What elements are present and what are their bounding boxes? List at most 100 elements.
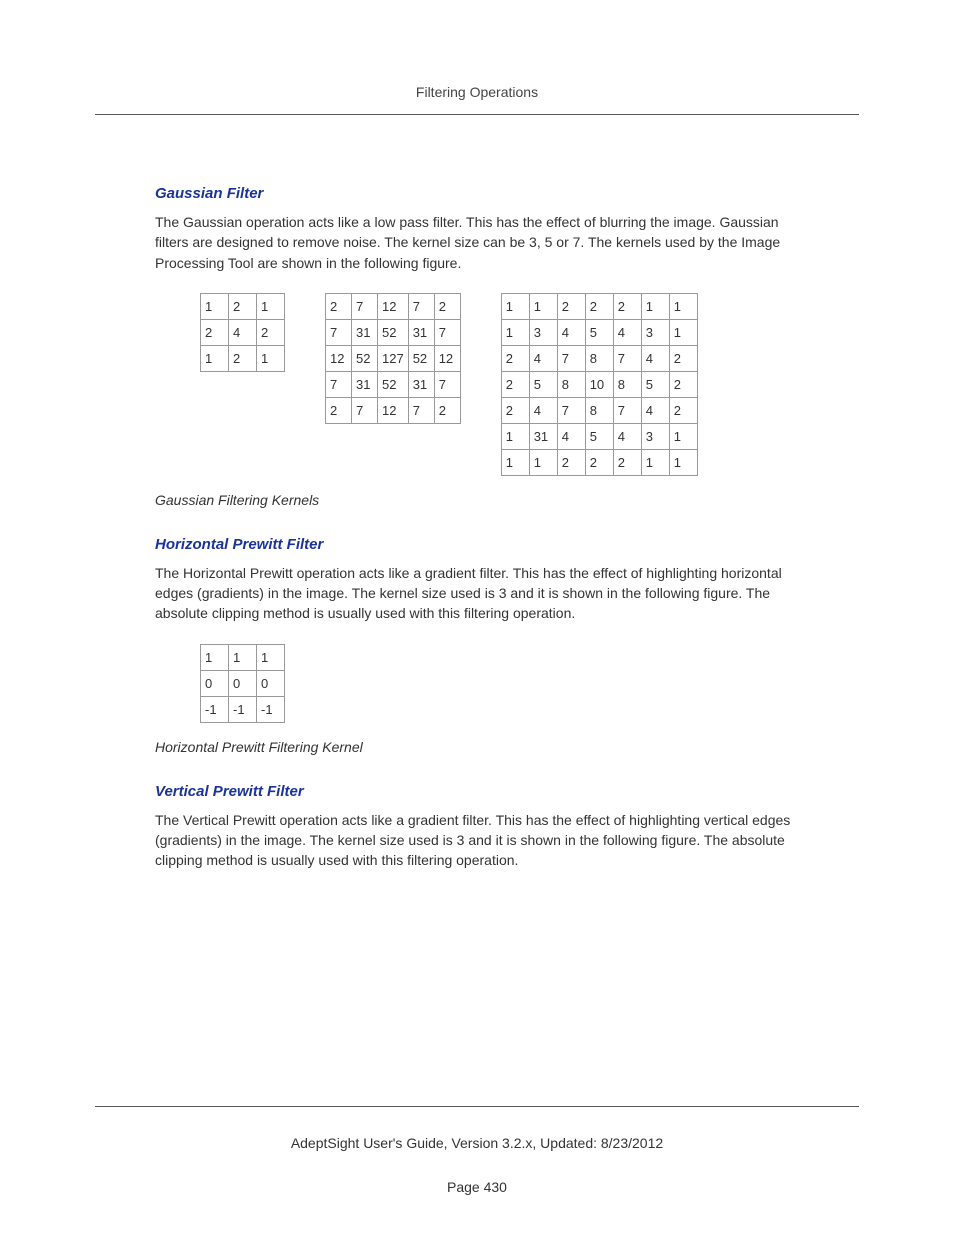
- kernel-cell: 52: [352, 345, 378, 371]
- kernel-cell: 1: [669, 293, 697, 319]
- kernel-cell: 3: [641, 319, 669, 345]
- kernel-cell: 8: [585, 345, 613, 371]
- kernel-cell: 2: [613, 449, 641, 475]
- kernel-cell: 1: [201, 644, 229, 670]
- kernel-cell: 1: [257, 345, 285, 371]
- kernel-cell: 4: [641, 345, 669, 371]
- kernel-cell: 4: [529, 397, 557, 423]
- kernel-cell: 31: [352, 319, 378, 345]
- kernel-cell: 4: [529, 345, 557, 371]
- kernel-cell: 52: [378, 371, 409, 397]
- kernel-cell: 4: [557, 423, 585, 449]
- kernel-cell: 7: [352, 397, 378, 423]
- gaussian-kernels-row: 121242121 271272731523171252127521273152…: [200, 293, 799, 476]
- kernel-cell: 1: [501, 449, 529, 475]
- kernel-cell: 8: [557, 371, 585, 397]
- kernel-cell: 0: [201, 670, 229, 696]
- kernel-cell: 2: [585, 293, 613, 319]
- page-footer: AdeptSight User's Guide, Version 3.2.x, …: [0, 1106, 954, 1195]
- kernel-cell: 4: [229, 319, 257, 345]
- kernel-cell: 2: [501, 371, 529, 397]
- vprewitt-heading: Vertical Prewitt Filter: [155, 783, 799, 800]
- kernel-cell: 31: [408, 371, 434, 397]
- kernel-cell: -1: [257, 696, 285, 722]
- kernel-cell: -1: [229, 696, 257, 722]
- hprewitt-caption: Horizontal Prewitt Filtering Kernel: [155, 739, 799, 755]
- kernel-cell: 2: [257, 319, 285, 345]
- kernel-cell: 5: [585, 319, 613, 345]
- kernel-cell: 52: [408, 345, 434, 371]
- vprewitt-paragraph: The Vertical Prewitt operation acts like…: [155, 810, 799, 871]
- kernel-cell: 2: [434, 397, 460, 423]
- kernel-cell: 8: [613, 371, 641, 397]
- gaussian-heading: Gaussian Filter: [155, 185, 799, 202]
- kernel-cell: 31: [352, 371, 378, 397]
- kernel-cell: 2: [434, 293, 460, 319]
- gaussian-kernel-7x7: 1122211134543124787422581085224787421314…: [501, 293, 698, 476]
- kernel-cell: 1: [229, 644, 257, 670]
- kernel-cell: 7: [557, 397, 585, 423]
- kernel-cell: 7: [434, 319, 460, 345]
- kernel-cell: 7: [408, 293, 434, 319]
- page-header: Filtering Operations: [95, 84, 859, 115]
- kernel-cell: 2: [201, 319, 229, 345]
- kernel-cell: 2: [669, 371, 697, 397]
- kernel-cell: 4: [641, 397, 669, 423]
- kernel-cell: 0: [257, 670, 285, 696]
- hprewitt-kernel-wrap: 111000-1-1-1: [200, 644, 799, 723]
- kernel-cell: 12: [378, 293, 409, 319]
- gaussian-kernel-3x3: 121242121: [200, 293, 285, 372]
- kernel-cell: 7: [557, 345, 585, 371]
- kernel-cell: 7: [434, 371, 460, 397]
- kernel-cell: 4: [557, 319, 585, 345]
- kernel-cell: 2: [669, 345, 697, 371]
- hprewitt-heading: Horizontal Prewitt Filter: [155, 536, 799, 553]
- kernel-cell: 7: [326, 371, 352, 397]
- kernel-cell: 1: [641, 449, 669, 475]
- kernel-cell: 2: [557, 449, 585, 475]
- kernel-cell: 2: [501, 345, 529, 371]
- kernel-cell: 1: [201, 293, 229, 319]
- kernel-cell: 1: [257, 293, 285, 319]
- hprewitt-paragraph: The Horizontal Prewitt operation acts li…: [155, 563, 799, 624]
- kernel-cell: 1: [529, 449, 557, 475]
- kernel-cell: 31: [408, 319, 434, 345]
- kernel-cell: 1: [669, 423, 697, 449]
- kernel-cell: 5: [641, 371, 669, 397]
- kernel-cell: 2: [585, 449, 613, 475]
- kernel-cell: 1: [201, 345, 229, 371]
- kernel-cell: 1: [501, 319, 529, 345]
- kernel-cell: 2: [557, 293, 585, 319]
- kernel-cell: 7: [352, 293, 378, 319]
- hprewitt-kernel-3x3: 111000-1-1-1: [200, 644, 285, 723]
- kernel-cell: 1: [669, 449, 697, 475]
- kernel-cell: 2: [326, 293, 352, 319]
- kernel-cell: 3: [641, 423, 669, 449]
- kernel-cell: 1: [669, 319, 697, 345]
- kernel-cell: 3: [529, 319, 557, 345]
- kernel-cell: 4: [613, 319, 641, 345]
- kernel-cell: 12: [378, 397, 409, 423]
- kernel-cell: 31: [529, 423, 557, 449]
- kernel-cell: 8: [585, 397, 613, 423]
- header-title: Filtering Operations: [416, 84, 538, 100]
- kernel-cell: 2: [669, 397, 697, 423]
- kernel-cell: 2: [229, 345, 257, 371]
- kernel-cell: 1: [529, 293, 557, 319]
- kernel-cell: 7: [326, 319, 352, 345]
- gaussian-kernel-5x5: 271272731523171252127521273152317271272: [325, 293, 461, 424]
- kernel-cell: 2: [229, 293, 257, 319]
- kernel-cell: 127: [378, 345, 409, 371]
- kernel-cell: -1: [201, 696, 229, 722]
- kernel-cell: 7: [613, 397, 641, 423]
- kernel-cell: 1: [501, 293, 529, 319]
- kernel-cell: 7: [613, 345, 641, 371]
- kernel-cell: 10: [585, 371, 613, 397]
- kernel-cell: 5: [585, 423, 613, 449]
- kernel-cell: 1: [257, 644, 285, 670]
- kernel-cell: 1: [501, 423, 529, 449]
- kernel-cell: 2: [613, 293, 641, 319]
- kernel-cell: 0: [229, 670, 257, 696]
- kernel-cell: 2: [501, 397, 529, 423]
- page-content: Gaussian Filter The Gaussian operation a…: [95, 185, 859, 871]
